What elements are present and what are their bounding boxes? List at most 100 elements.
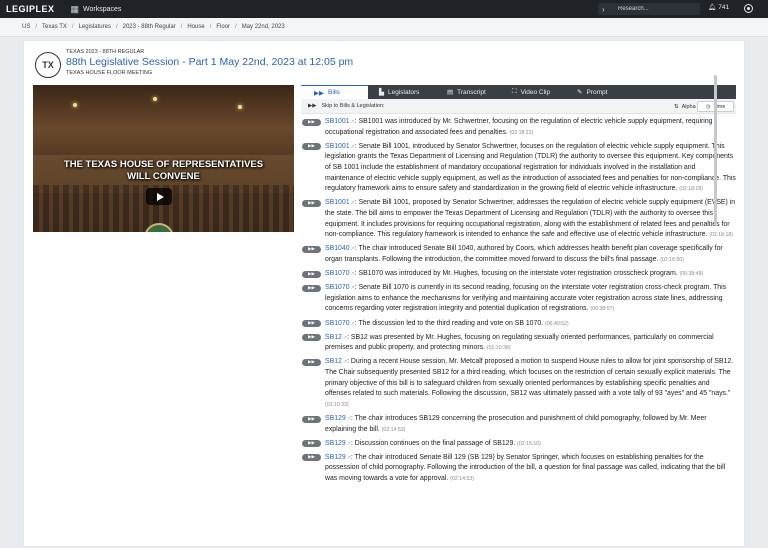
bill-link[interactable]: SB1001 <box>325 143 350 150</box>
search-box[interactable]: › <box>598 3 700 15</box>
tab-legislators[interactable]: ▙ Legislators <box>368 85 435 99</box>
play-clip-button[interactable]: ▶▶ <box>302 199 321 207</box>
sort-alpha-button[interactable]: ⇅ Alpha <box>669 101 701 112</box>
tab-prompt[interactable]: ✎ Prompt <box>569 85 629 99</box>
notifications-count: 741 <box>718 3 730 11</box>
tab-bills[interactable]: ▶▶ Bills <box>301 85 368 99</box>
tab-bar: ▶▶ Bills ▙ Legislators ▤ Transcript ⛶ Video Cli… <box>301 85 736 99</box>
breadcrumb-us[interactable]: US <box>22 24 30 30</box>
scrollbar[interactable] <box>714 75 717 225</box>
bill-link[interactable]: SB1070 <box>325 284 350 291</box>
timestamp-link[interactable]: (06:38:48) <box>680 271 704 277</box>
tab-label: Prompt <box>586 88 608 96</box>
bill-link[interactable]: SB1001 <box>325 199 350 206</box>
bill-link[interactable]: SB129 <box>325 440 346 447</box>
app-logo[interactable]: LEGIPLEX <box>6 4 55 14</box>
meeting-name: TEXAS HOUSE FLOOR MEETING <box>66 70 153 76</box>
sort-icon: ⇅ <box>674 103 679 110</box>
list-item: ▶▶ SB129↗: The chair introduced Senate Bi… <box>301 453 736 485</box>
document-icon: ▤ <box>447 89 454 96</box>
search-input[interactable] <box>618 6 698 12</box>
list-item: ▶▶ SB1001↗: Senate Bill 1001, proposed by… <box>301 198 736 241</box>
user-avatar-icon[interactable] <box>744 4 753 13</box>
bill-link[interactable]: SB1070 <box>325 270 350 277</box>
bill-link[interactable]: SB12 <box>325 334 342 341</box>
list-item: ▶▶ SB1070↗: Senate Bill 1070 is currently… <box>301 283 736 315</box>
breadcrumb-date[interactable]: May 22nd, 2023 <box>242 24 285 30</box>
bill-entries-list: ▶▶ SB1001↗: SB1001 was introduced by Mr. … <box>301 117 736 548</box>
breadcrumb-floor[interactable]: Floor <box>216 24 230 30</box>
grid-icon: ▦ <box>70 3 80 14</box>
skip-label: Skip to Bills & Legislation: <box>321 103 385 109</box>
sort-alpha-label: Alpha <box>681 103 696 110</box>
timestamp-link[interactable]: (02:18:18) <box>679 186 703 192</box>
play-clip-button[interactable]: ▶▶ <box>302 454 321 462</box>
bill-link[interactable]: SB1001 <box>325 118 350 125</box>
video-player[interactable]: THE TEXAS HOUSE OF REPRESENTATIVES WILL … <box>33 85 294 232</box>
timestamp-link[interactable]: (02:14:53) <box>450 476 474 482</box>
bill-link[interactable]: SB12 <box>325 358 342 365</box>
skip-bar: ▶▶ Skip to Bills & Legislation: ⇅ Alpha ◷ Tim… <box>301 99 736 114</box>
list-item: ▶▶ SB1070↗: SB1070 was introduced by Mr. … <box>301 269 736 280</box>
breadcrumb-texas[interactable]: Texas TX <box>42 24 67 30</box>
play-icon[interactable] <box>146 188 172 205</box>
entry-summary: : The chair introduced Senate Bill 129 (… <box>325 453 726 482</box>
video-caption: THE TEXAS HOUSE OF REPRESENTATIVES WILL … <box>33 159 294 183</box>
state-seal-icon: TX <box>35 52 61 78</box>
entry-summary: : Senate Bill 1001, proposed by Senator … <box>325 199 736 239</box>
play-clip-button[interactable]: ▶▶ <box>302 415 321 423</box>
breadcrumb-separator: / <box>235 24 237 30</box>
timestamp-link[interactable]: (02:16:50) <box>660 257 684 263</box>
play-clip-button[interactable]: ▶▶ <box>302 143 321 151</box>
play-clip-button[interactable]: ▶▶ <box>302 320 321 328</box>
timestamp-link[interactable]: (06:40:52) <box>545 321 569 327</box>
chandelier-light <box>153 97 157 101</box>
timestamp-link[interactable]: (06:38:07) <box>590 306 614 312</box>
timestamp-link[interactable]: (02:15:10) <box>517 441 541 447</box>
play-clip-button[interactable]: ▶▶ <box>302 118 321 126</box>
timestamp-link[interactable]: (02:14:53) <box>382 427 406 433</box>
video-caption-line2: WILL CONVENE <box>127 171 200 182</box>
tab-video-clip[interactable]: ⛶ Video Clip <box>502 85 569 99</box>
tab-label: Transcript <box>457 88 486 96</box>
breadcrumb: US / Texas TX / Legislatures / 2023 - 88th … <box>0 18 768 37</box>
clock-icon: ◷ <box>705 103 711 110</box>
page-title[interactable]: 88th Legislative Session - Part 1 May 22… <box>66 56 353 68</box>
play-clip-button[interactable]: ▶▶ <box>302 270 321 278</box>
breadcrumb-session[interactable]: 2023 - 88th Regular <box>123 24 176 30</box>
breadcrumb-house[interactable]: House <box>187 24 204 30</box>
play-clip-button[interactable]: ▶▶ <box>302 245 321 253</box>
entry-summary: : SB12 was presented by Mr. Hughes, focu… <box>325 333 714 352</box>
bill-link[interactable]: SB1070 <box>325 320 350 327</box>
notifications-button[interactable]: 🔔︎ 741 <box>708 3 730 12</box>
play-clip-button[interactable]: ▶▶ <box>302 334 321 342</box>
bill-link[interactable]: SB129 <box>325 415 346 422</box>
breadcrumb-separator: / <box>115 24 118 30</box>
play-clip-button[interactable]: ▶▶ <box>302 358 321 366</box>
breadcrumb-legislatures[interactable]: Legislatures <box>79 24 111 30</box>
play-clip-button[interactable]: ▶▶ <box>302 440 321 448</box>
tab-transcript[interactable]: ▤ Transcript <box>435 85 502 99</box>
workspaces-link[interactable]: Workspaces <box>83 6 121 13</box>
timestamp-link[interactable]: (02:18:22) <box>510 130 534 136</box>
bill-link[interactable]: SB129 <box>325 454 346 461</box>
edit-icon: ✎ <box>577 89 583 96</box>
timestamp-link[interactable]: (02:18:18) <box>709 232 733 238</box>
list-item: ▶▶ SB1001↗: SB1001 was introduced by Mr. … <box>301 117 736 138</box>
timestamp-link[interactable]: (01:10:33) <box>325 402 349 408</box>
bill-link[interactable]: SB1040 <box>325 245 350 252</box>
fast-forward-icon: ▶▶ <box>314 89 324 97</box>
chandelier-light <box>73 103 77 107</box>
breadcrumb-separator: / <box>35 24 38 30</box>
video-caption-line1: THE TEXAS HOUSE OF REPRESENTATIVES <box>63 159 264 170</box>
person-icon: ▙ <box>379 89 384 96</box>
bell-icon: 🔔︎ <box>708 4 717 11</box>
breadcrumb-separator: / <box>180 24 183 30</box>
session-card: TX TEXAS 2023 - 88TH REGULAR 88th Legisl… <box>23 40 745 547</box>
tab-label: Legislators <box>388 88 420 96</box>
list-item: ▶▶ SB12↗: During a recent House session, … <box>301 357 736 410</box>
play-clip-button[interactable]: ▶▶ <box>302 284 321 292</box>
breadcrumb-separator: / <box>71 24 74 30</box>
breadcrumb-separator: / <box>209 24 212 30</box>
timestamp-link[interactable]: (01:10:38) <box>487 345 511 351</box>
